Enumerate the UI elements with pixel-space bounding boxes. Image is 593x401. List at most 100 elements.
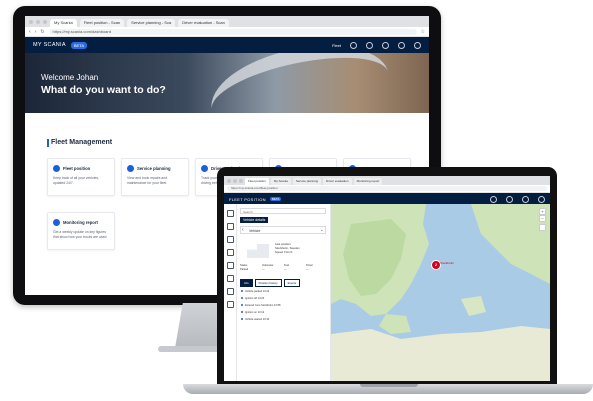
list-item[interactable]: Vehicle started 13:10 <box>241 318 269 321</box>
stat: Odometer — <box>262 264 282 271</box>
location-icon <box>53 165 60 172</box>
help-icon[interactable] <box>490 195 497 203</box>
desktop-address-row: ‹ › ↻ https://my.scania.com/dashboard ☆ <box>25 27 429 37</box>
card-fleet-position[interactable]: Fleet position Keep track of all your ve… <box>47 158 115 196</box>
header-actions <box>490 195 545 203</box>
card-title: Service planning <box>137 166 171 171</box>
back-icon[interactable]: ‹ <box>242 226 244 234</box>
wrench-icon <box>127 165 134 172</box>
desktop-browser-tabbar: My Scania Fleet position - Scan Service … <box>25 16 429 27</box>
event-dot-icon <box>241 311 243 313</box>
layers-icon[interactable] <box>226 288 234 295</box>
stat-value: — <box>306 267 309 271</box>
browser-tab[interactable]: Monitoring report <box>353 178 383 185</box>
event-dot-icon <box>241 297 243 299</box>
browser-tab[interactable]: Service planning - Sca <box>127 19 176 27</box>
layers-icon[interactable] <box>539 224 546 231</box>
address-bar[interactable]: https://my.scania.com/fleet-position <box>227 186 547 191</box>
panel-section-title: Vehicle details <box>240 217 269 223</box>
vehicle-info: Last position Stockholm, Sweden Speed 0 … <box>275 242 325 254</box>
stat-value: — <box>284 267 287 271</box>
window-maximize-dot[interactable] <box>239 178 243 183</box>
zoom-out-button[interactable]: − <box>539 215 546 222</box>
list-icon[interactable] <box>226 223 234 230</box>
event-text: Entered zone Stockholm 13:58 <box>245 304 281 307</box>
card-title: Fleet position <box>63 166 91 171</box>
avatar[interactable] <box>538 195 545 203</box>
avatar[interactable] <box>414 41 421 49</box>
window-minimize-dot[interactable] <box>233 178 237 183</box>
filter-icon[interactable] <box>226 275 234 282</box>
map-canvas[interactable] <box>331 204 550 381</box>
list-item[interactable]: Ignition on 13:12 <box>241 311 264 314</box>
hero-banner: Welcome Johan What do you want to do? <box>25 53 429 113</box>
brand-logo[interactable]: FLEET POSITION <box>229 197 266 202</box>
event-text: Vehicle parked 14:22 <box>245 290 270 293</box>
card-title: Monitoring report <box>63 220 98 225</box>
tab-position-history[interactable]: Position history <box>254 279 282 287</box>
window-close-dot[interactable] <box>227 178 231 183</box>
card-description: Get a weekly update on key figures that … <box>53 230 108 239</box>
settings-icon[interactable] <box>522 195 529 203</box>
route-icon[interactable] <box>226 236 234 243</box>
stat: Driver — <box>306 264 326 271</box>
header-user-label[interactable]: Fleet <box>332 43 341 48</box>
list-item[interactable]: Vehicle parked 14:22 <box>241 290 269 293</box>
laptop-address-row: https://my.scania.com/fleet-position <box>224 185 550 193</box>
notification-icon[interactable] <box>506 195 513 203</box>
settings-icon[interactable] <box>382 41 389 49</box>
event-text: Ignition on 13:12 <box>245 311 265 314</box>
browser-tab[interactable]: Fleet position <box>245 178 269 185</box>
section-title: Fleet Management <box>51 139 113 146</box>
back-icon[interactable]: ‹ <box>29 29 31 35</box>
hero-title: What do you want to do? <box>41 84 166 96</box>
stat: Fuel — <box>284 264 304 271</box>
info-line: Speed 0 km/h <box>275 250 293 254</box>
search-input[interactable]: Search <box>240 208 326 214</box>
map[interactable]: 2 Stockholm + − <box>331 204 550 381</box>
apps-icon[interactable] <box>398 41 405 49</box>
vehicle-select[interactable]: Vehicle <box>240 226 326 234</box>
card-monitoring-report[interactable]: Monitoring report Get a weekly update on… <box>47 212 115 250</box>
truck-icon[interactable] <box>226 210 234 217</box>
header-actions: Fleet <box>332 41 421 49</box>
map-pin-label: Stockholm <box>440 261 455 265</box>
browser-tab[interactable]: Driver evaluation - Scan <box>178 19 229 27</box>
tab-events[interactable]: Events <box>283 279 301 287</box>
settings-icon[interactable] <box>226 301 234 308</box>
stat-value: — <box>262 267 265 271</box>
event-dot-icon <box>241 318 243 320</box>
star-icon[interactable]: ☆ <box>421 29 425 35</box>
brand-logo[interactable]: MY SCANIA <box>33 42 66 48</box>
browser-tab[interactable]: My Scania <box>270 178 291 185</box>
driver-icon <box>201 165 208 172</box>
truck-image <box>247 244 269 258</box>
address-bar[interactable]: https://my.scania.com/dashboard <box>48 28 417 35</box>
zone-icon[interactable] <box>226 249 234 256</box>
tab-info[interactable]: Info <box>240 279 253 287</box>
card-service-planning[interactable]: Service planning View and book repairs a… <box>121 158 189 196</box>
history-icon[interactable] <box>226 262 234 269</box>
browser-tab[interactable]: My Scania <box>50 19 77 27</box>
window-maximize-dot[interactable] <box>43 19 47 24</box>
beta-badge: BETA <box>269 197 282 201</box>
reload-icon[interactable]: ↻ <box>40 29 44 35</box>
browser-tab[interactable]: Driver evaluation <box>323 178 352 185</box>
browser-tab[interactable]: Service planning <box>292 178 322 185</box>
hero-bridge-image <box>203 53 397 113</box>
event-dot-icon <box>241 290 243 292</box>
hero-welcome: Welcome Johan <box>41 73 99 82</box>
window-minimize-dot[interactable] <box>36 19 40 24</box>
window-close-dot[interactable] <box>29 19 33 24</box>
browser-tab[interactable]: Fleet position - Scan <box>79 19 125 27</box>
laptop-browser-tabbar: Fleet position My Scania Service plannin… <box>224 176 550 185</box>
forward-icon[interactable]: › <box>35 29 37 35</box>
stat: Status Parked <box>240 264 260 271</box>
zoom-in-button[interactable]: + <box>539 208 546 215</box>
list-item[interactable]: Ignition off 14:20 <box>241 297 264 300</box>
help-icon[interactable] <box>350 41 357 49</box>
chevron-down-icon[interactable]: ⌄ <box>320 226 323 234</box>
list-item[interactable]: Entered zone Stockholm 13:58 <box>241 304 280 307</box>
notification-icon[interactable] <box>366 41 373 49</box>
side-rail <box>224 204 237 381</box>
